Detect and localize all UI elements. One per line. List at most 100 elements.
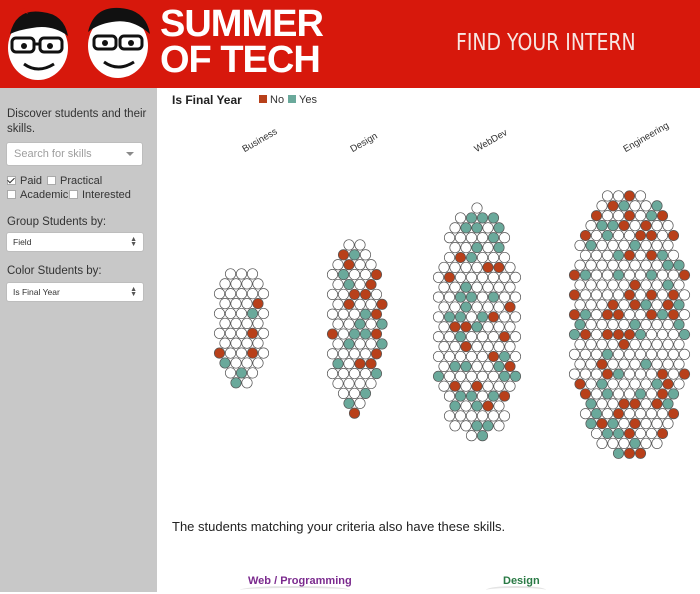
student-dot[interactable] [343, 397, 355, 409]
student-dot[interactable] [607, 418, 619, 430]
student-dot[interactable] [326, 269, 339, 281]
student-dot[interactable] [607, 279, 619, 291]
student-dot[interactable] [443, 331, 456, 343]
student-dot[interactable] [579, 269, 592, 281]
student-dot[interactable] [673, 279, 685, 291]
student-dot[interactable] [601, 249, 614, 261]
student-dot[interactable] [493, 301, 505, 313]
student-dot[interactable] [662, 299, 674, 311]
student-dot[interactable] [471, 222, 483, 234]
student-dot[interactable] [651, 200, 663, 212]
student-dot[interactable] [596, 220, 608, 232]
student-dot[interactable] [476, 430, 489, 442]
student-dot[interactable] [487, 251, 500, 264]
student-dot[interactable] [667, 289, 680, 301]
student-dot[interactable] [332, 338, 344, 350]
student-dot[interactable] [443, 410, 456, 422]
student-dot[interactable] [574, 279, 586, 291]
student-dot[interactable] [601, 408, 614, 420]
student-dot[interactable] [629, 220, 641, 232]
student-dot[interactable] [465, 430, 478, 442]
student-dot[interactable] [498, 291, 511, 303]
student-dot[interactable] [354, 397, 366, 409]
student-dot[interactable] [504, 341, 516, 353]
student-dot[interactable] [568, 368, 581, 380]
student-dot[interactable] [493, 242, 505, 254]
student-dot[interactable] [337, 269, 350, 281]
student-dot[interactable] [662, 319, 674, 331]
student-dot[interactable] [343, 239, 355, 251]
student-dot[interactable] [376, 338, 388, 350]
student-dot[interactable] [471, 301, 483, 313]
student-dot[interactable] [623, 348, 636, 360]
student-dot[interactable] [241, 377, 253, 389]
student-dot[interactable] [482, 420, 494, 432]
student-dot[interactable] [354, 318, 366, 330]
student-dot[interactable] [476, 311, 489, 323]
student-dot[interactable] [612, 289, 625, 301]
student-dot[interactable] [443, 232, 456, 244]
student-dot[interactable] [656, 328, 669, 341]
student-dot[interactable] [465, 212, 478, 224]
student-dot[interactable] [230, 278, 242, 290]
student-dot[interactable] [449, 222, 461, 234]
student-dot[interactable] [471, 281, 483, 293]
student-dot[interactable] [618, 200, 630, 212]
student-dot[interactable] [449, 321, 461, 333]
student-dot[interactable] [590, 229, 603, 242]
student-dot[interactable] [252, 298, 264, 310]
student-dot[interactable] [465, 390, 478, 402]
student-dot[interactable] [634, 249, 647, 261]
student-dot[interactable] [623, 289, 636, 301]
student-dot[interactable] [359, 249, 372, 261]
student-dot[interactable] [487, 390, 500, 402]
student-dot[interactable] [235, 288, 248, 300]
student-dot[interactable] [449, 380, 461, 392]
student-dot[interactable] [656, 210, 669, 222]
student-dot[interactable] [645, 289, 658, 301]
student-dot[interactable] [348, 249, 361, 261]
student-dot[interactable] [476, 370, 489, 382]
student-dot[interactable] [443, 370, 456, 382]
student-dot[interactable] [471, 400, 483, 412]
student-dot[interactable] [585, 418, 597, 430]
student-dot[interactable] [348, 348, 361, 360]
student-dot[interactable] [504, 281, 516, 293]
student-dot[interactable] [656, 269, 669, 281]
student-dot[interactable] [454, 350, 467, 363]
student-dot[interactable] [449, 420, 461, 432]
student-dot[interactable] [460, 321, 472, 333]
student-dot[interactable] [509, 331, 522, 343]
student-dot[interactable] [640, 319, 652, 331]
student-dot[interactable] [612, 368, 625, 380]
student-dot[interactable] [634, 348, 647, 360]
student-dot[interactable] [645, 427, 658, 440]
student-dot[interactable] [504, 360, 516, 372]
student-dot[interactable] [235, 268, 248, 280]
student-dot[interactable] [590, 368, 603, 380]
student-dot[interactable] [673, 378, 685, 390]
student-dot[interactable] [454, 331, 467, 343]
student-dot[interactable] [667, 328, 680, 341]
student-dot[interactable] [443, 251, 456, 264]
student-dot[interactable] [337, 328, 350, 340]
student-dot[interactable] [482, 321, 494, 333]
student-dot[interactable] [460, 222, 472, 234]
student-dot[interactable] [634, 190, 647, 202]
student-dot[interactable] [667, 408, 680, 420]
student-dot[interactable] [454, 311, 467, 323]
student-dot[interactable] [348, 308, 361, 320]
student-dot[interactable] [348, 288, 361, 300]
student-dot[interactable] [365, 278, 377, 291]
student-dot[interactable] [662, 358, 674, 370]
student-dot[interactable] [354, 377, 366, 390]
student-dot[interactable] [376, 298, 388, 310]
student-dot[interactable] [585, 259, 597, 271]
student-dot[interactable] [667, 368, 680, 380]
student-dot[interactable] [482, 341, 494, 353]
student-dot[interactable] [354, 259, 366, 271]
student-dot[interactable] [509, 271, 522, 283]
filter-practical-checkbox[interactable]: Practical [47, 175, 102, 187]
student-dot[interactable] [590, 289, 603, 301]
student-dot[interactable] [574, 299, 586, 311]
